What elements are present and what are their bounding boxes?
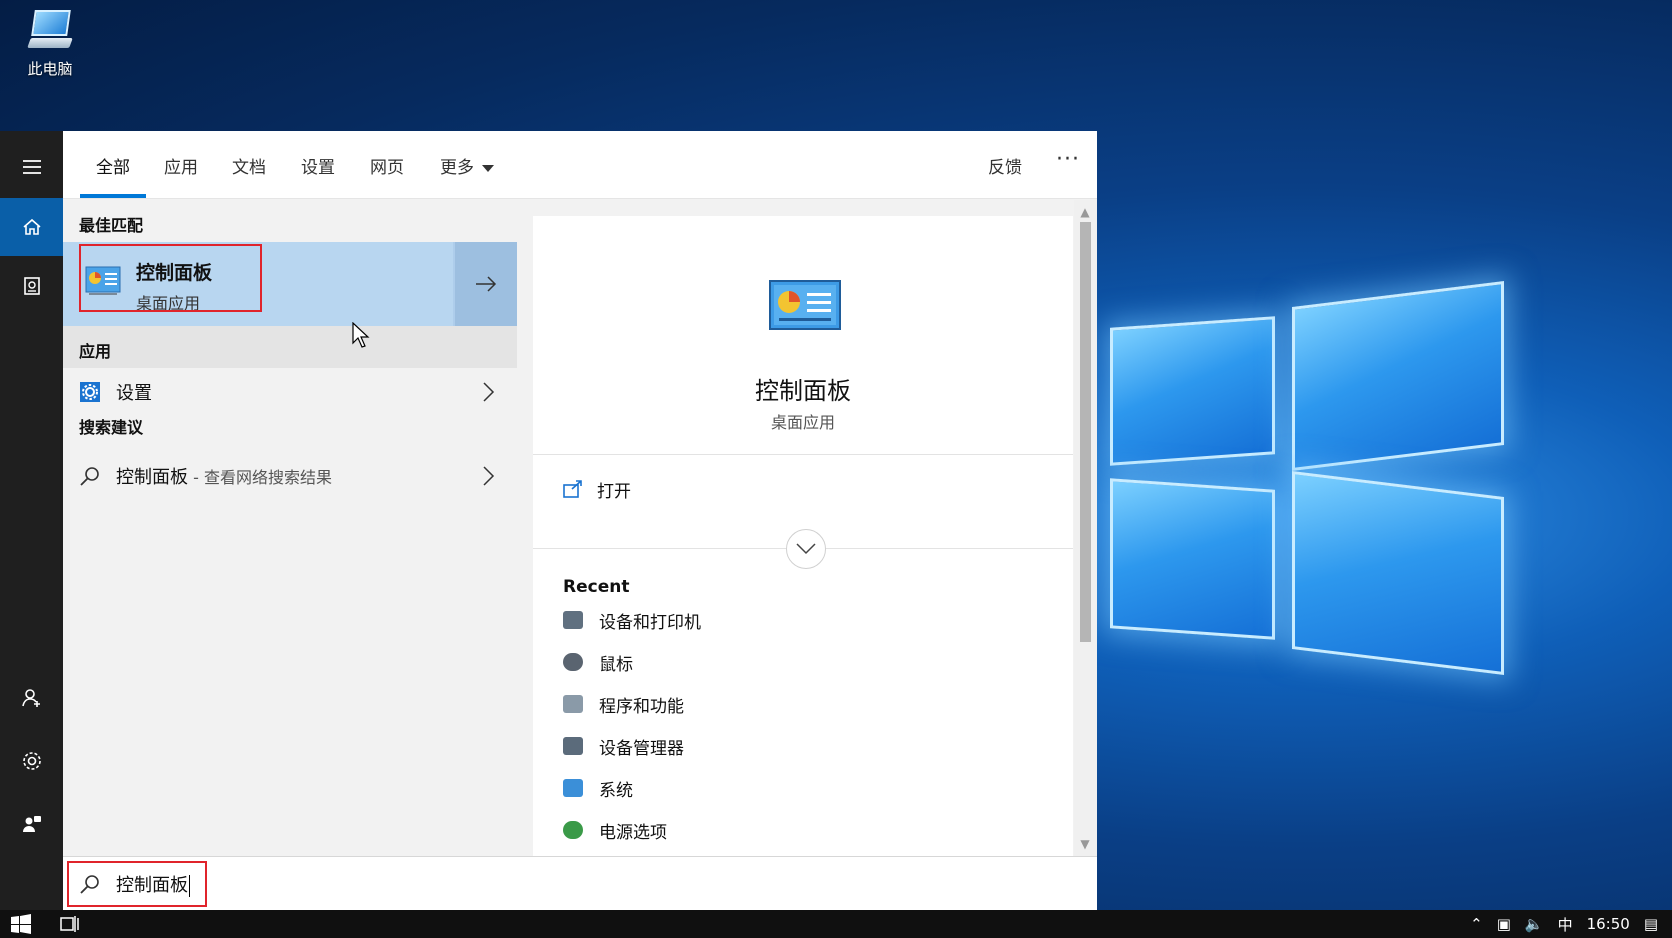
open-label: 打开	[597, 481, 631, 502]
preview-scrollbar[interactable]: ▲ ▼	[1074, 200, 1097, 856]
programs-features-icon	[563, 695, 583, 713]
taskbar: ⌃ ▣ 🔈 中 16:50 ▤	[0, 910, 1672, 938]
system-tray: ⌃ ▣ 🔈 中 16:50 ▤	[1470, 910, 1672, 938]
this-pc-desktop-icon[interactable]: 此电脑	[14, 6, 86, 79]
recent-item-label: 系统	[599, 780, 633, 801]
search-icon	[80, 467, 99, 486]
ime-indicator[interactable]: 中	[1558, 914, 1573, 935]
gear-icon	[22, 752, 41, 770]
app-result-settings[interactable]: 设置	[63, 370, 517, 414]
desktop-icon-label: 此电脑	[27, 60, 73, 78]
tab-apps[interactable]: 应用	[164, 153, 198, 178]
suggestion-label: 控制面板	[116, 467, 188, 488]
suggestion-hint: - 查看网络搜索结果	[188, 468, 332, 487]
expand-button[interactable]	[786, 529, 826, 569]
mouse-pointer-icon	[352, 322, 370, 348]
computer-icon	[27, 8, 73, 50]
search-box[interactable]: 控制面板	[63, 856, 1097, 910]
chevron-down-icon	[482, 164, 494, 172]
divider	[533, 454, 1073, 455]
recent-item-label: 电源选项	[599, 822, 667, 843]
system-icon	[563, 779, 583, 797]
clock[interactable]: 16:50	[1587, 915, 1630, 933]
preview-pane: 控制面板 桌面应用 打开 Recent 设备和打印机 鼠标 程序和功能 设备管理…	[533, 216, 1073, 856]
chevron-up-icon[interactable]: ⌃	[1470, 915, 1483, 933]
recent-item[interactable]: 设备管理器	[563, 732, 684, 760]
hamburger-menu-button[interactable]	[0, 138, 63, 196]
scrollbar-thumb[interactable]	[1080, 222, 1091, 642]
search-panel: 全部 应用 文档 设置 网页 更多 反馈 ··· 最佳匹配 控制面板 桌面应用	[63, 131, 1097, 910]
notebook-button[interactable]	[0, 257, 63, 315]
settings-rail-button[interactable]	[0, 732, 63, 790]
home-icon	[22, 218, 41, 235]
settings-gear-icon	[80, 382, 100, 402]
apps-section-header: 应用	[63, 326, 517, 368]
best-match-heading: 最佳匹配	[79, 216, 144, 235]
highlight-box	[79, 244, 262, 312]
open-action[interactable]: 打开	[563, 474, 631, 504]
preview-subtitle: 桌面应用	[770, 413, 835, 432]
recent-item[interactable]: 电源选项	[563, 816, 667, 844]
chevron-right-icon	[483, 382, 495, 402]
mouse-icon	[563, 653, 583, 671]
best-match-expand-button[interactable]	[455, 242, 517, 326]
feedback-link[interactable]: 反馈	[988, 153, 1022, 178]
recent-item[interactable]: 设备和打印机	[563, 606, 701, 634]
tab-documents[interactable]: 文档	[232, 153, 266, 178]
recent-item[interactable]: 鼠标	[563, 648, 633, 676]
control-panel-large-icon	[769, 280, 841, 330]
feedback-person-icon	[22, 816, 41, 832]
devices-printers-icon	[563, 611, 583, 629]
scroll-down-icon[interactable]: ▼	[1079, 838, 1091, 850]
tab-more[interactable]: 更多	[440, 153, 494, 178]
recent-item-label: 设备和打印机	[599, 612, 701, 633]
person-add-icon	[21, 689, 40, 707]
feedback-hub-button[interactable]	[0, 795, 63, 853]
recent-heading: Recent	[563, 577, 630, 597]
hamburger-icon	[22, 160, 41, 174]
tab-all[interactable]: 全部	[96, 153, 130, 178]
action-center-icon[interactable]: ▤	[1644, 915, 1658, 933]
apps-heading: 应用	[79, 342, 112, 361]
tab-web[interactable]: 网页	[370, 153, 404, 178]
arrow-right-icon	[476, 276, 497, 292]
app-result-label: 设置	[116, 383, 152, 404]
windows-logo-wallpaper	[1060, 270, 1620, 700]
account-button[interactable]	[0, 669, 63, 727]
preview-title: 控制面板	[755, 377, 851, 405]
web-suggestion-item[interactable]: 控制面板 - 查看网络搜索结果	[63, 454, 517, 498]
scroll-up-icon[interactable]: ▲	[1079, 206, 1091, 218]
more-options-button[interactable]: ···	[1056, 147, 1080, 172]
recent-item[interactable]: 系统	[563, 774, 633, 802]
active-tab-indicator	[80, 194, 146, 198]
chevron-right-icon	[483, 466, 495, 486]
tab-more-label: 更多	[440, 158, 474, 178]
notebook-icon	[23, 277, 40, 295]
network-icon[interactable]: ▣	[1497, 915, 1511, 933]
task-view-icon[interactable]	[58, 914, 80, 934]
open-icon	[563, 480, 582, 498]
tab-settings[interactable]: 设置	[301, 153, 335, 178]
results-list: 最佳匹配 控制面板 桌面应用 应用 设置 搜索建议 控制面板 - 查看网络搜索结…	[63, 200, 517, 856]
power-options-icon	[563, 821, 583, 839]
highlight-box	[67, 861, 207, 907]
search-scope-tabs: 全部 应用 文档 设置 网页 更多 反馈 ···	[63, 131, 1097, 199]
device-manager-icon	[563, 737, 583, 755]
recent-item-label: 鼠标	[599, 654, 633, 675]
recent-item-label: 程序和功能	[599, 696, 684, 717]
suggestions-heading: 搜索建议	[79, 418, 144, 437]
home-button[interactable]	[0, 198, 63, 256]
volume-icon[interactable]: 🔈	[1525, 915, 1544, 933]
start-left-rail	[0, 131, 63, 910]
chevron-down-icon	[796, 543, 816, 555]
recent-item[interactable]: 程序和功能	[563, 690, 684, 718]
recent-item-label: 设备管理器	[599, 738, 684, 759]
windows-start-icon[interactable]	[10, 914, 32, 934]
